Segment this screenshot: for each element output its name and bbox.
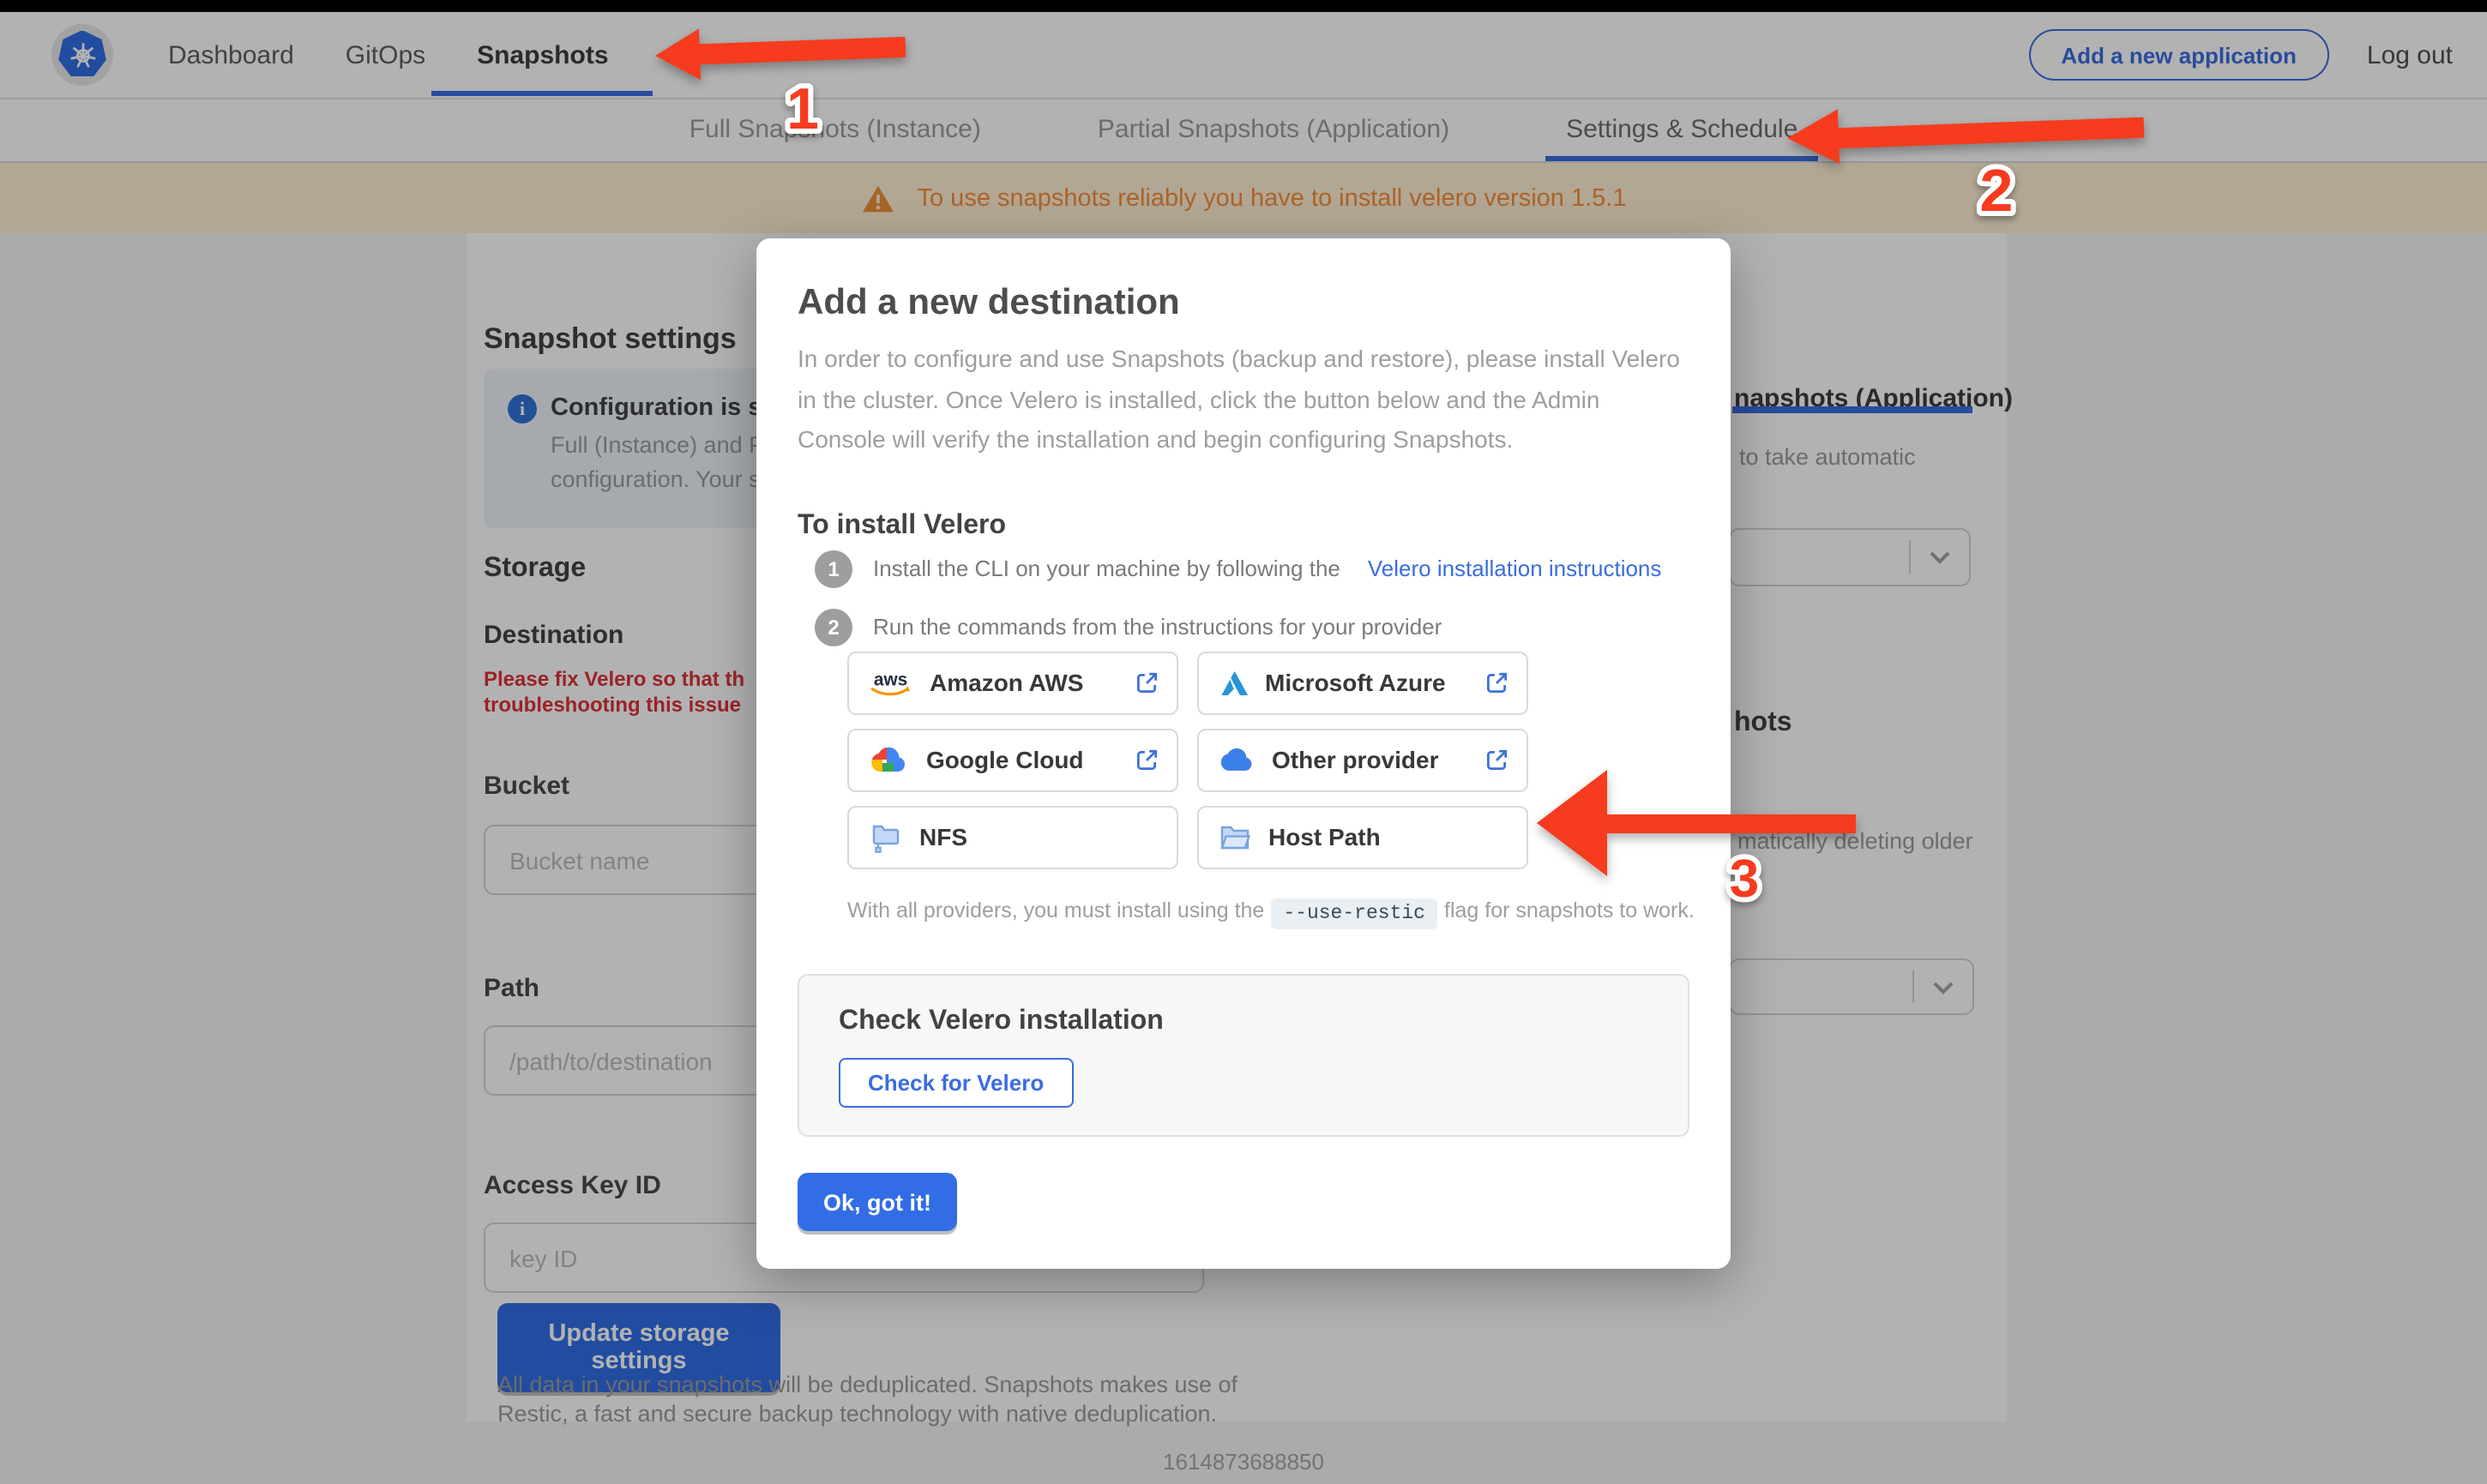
step-1-badge: 1 bbox=[815, 550, 852, 587]
provider-label: Microsoft Azure bbox=[1265, 669, 1446, 697]
provider-label: NFS bbox=[919, 823, 967, 851]
admin-console-page: Dashboard GitOps Snapshots Add a new app… bbox=[0, 0, 2487, 1484]
annotation-number-1: 1 bbox=[781, 71, 824, 147]
provider-google-cloud[interactable]: Google Cloud bbox=[847, 728, 1178, 792]
annotation-number-2: 2 bbox=[1975, 152, 2019, 229]
svg-text:2: 2 bbox=[1980, 157, 2014, 224]
external-link-icon bbox=[1483, 748, 1508, 773]
aws-icon: aws bbox=[870, 670, 911, 696]
provider-microsoft-azure[interactable]: Microsoft Azure bbox=[1196, 651, 1527, 715]
step-2-badge: 2 bbox=[815, 608, 852, 646]
cloud-icon bbox=[1219, 748, 1251, 772]
restic-note-prefix: With all providers, you must install usi… bbox=[847, 898, 1265, 922]
arrow-tail bbox=[1834, 116, 2145, 148]
step-2-text: Run the commands from the instructions f… bbox=[873, 614, 1442, 640]
check-velero-section: Check Velero installation Check for Vele… bbox=[798, 974, 1689, 1137]
svg-text:3: 3 bbox=[1730, 850, 1759, 909]
provider-label: Other provider bbox=[1272, 746, 1439, 774]
provider-label: Amazon AWS bbox=[930, 669, 1084, 697]
modal-title: Add a new destination bbox=[798, 283, 1180, 322]
provider-nfs[interactable]: NFS bbox=[847, 805, 1178, 869]
install-step-2: 2 Run the commands from the instructions… bbox=[815, 608, 1689, 646]
nfs-network-folder-icon bbox=[872, 826, 900, 854]
svg-text:aws: aws bbox=[874, 670, 907, 690]
external-link-icon bbox=[1134, 670, 1159, 696]
annotation-number-3: 3 bbox=[1725, 844, 1764, 914]
provider-host-path[interactable]: Host Path bbox=[1196, 805, 1527, 869]
install-step-1: 1 Install the CLI on your machine by fol… bbox=[815, 550, 1689, 587]
folder-icon bbox=[1219, 826, 1250, 850]
azure-icon bbox=[1220, 671, 1248, 696]
annotation-arrow-3 bbox=[1537, 770, 1856, 876]
arrow-head bbox=[1537, 770, 1607, 876]
provider-other[interactable]: Other provider bbox=[1196, 728, 1527, 792]
arrow-head bbox=[1785, 109, 1840, 166]
provider-label: Host Path bbox=[1268, 823, 1381, 851]
add-destination-modal: Add a new destination In order to config… bbox=[756, 238, 1731, 1269]
external-link-icon bbox=[1483, 670, 1508, 696]
restic-note-suffix: flag for snapshots to work. bbox=[1444, 898, 1695, 922]
ok-got-it-button[interactable]: Ok, got it! bbox=[798, 1173, 957, 1231]
use-restic-flag-chip: --use-restic bbox=[1271, 898, 1437, 928]
check-for-velero-button[interactable]: Check for Velero bbox=[839, 1058, 1074, 1108]
arrow-head bbox=[654, 28, 702, 82]
check-velero-heading: Check Velero installation bbox=[839, 1006, 1164, 1036]
arrow-tail bbox=[1605, 814, 1856, 832]
modal-body-text: In order to configure and use Snapshots … bbox=[798, 345, 1680, 453]
restic-note: With all providers, you must install usi… bbox=[847, 898, 1695, 928]
install-velero-heading: To install Velero bbox=[798, 510, 1007, 539]
velero-instructions-link[interactable]: Velero installation instructions bbox=[1368, 556, 1662, 581]
arrow-tail bbox=[696, 36, 906, 65]
svg-text:1: 1 bbox=[786, 76, 819, 141]
external-link-icon bbox=[1134, 748, 1159, 773]
step-1-text: Install the CLI on your machine by follo… bbox=[873, 556, 1340, 581]
provider-amazon-aws[interactable]: aws Amazon AWS bbox=[847, 651, 1178, 715]
provider-label: Google Cloud bbox=[926, 746, 1084, 774]
google-cloud-icon bbox=[871, 748, 905, 772]
